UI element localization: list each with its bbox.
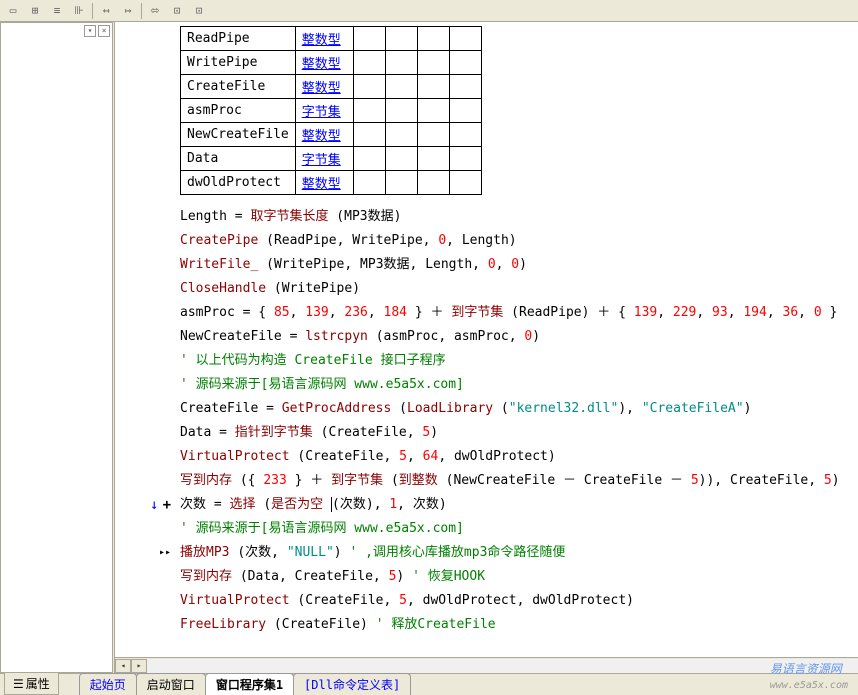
- code-line[interactable]: Data = 指针到字节集 (CreateFile, 5): [115, 421, 858, 445]
- table-row[interactable]: CreateFile整数型: [181, 75, 482, 99]
- tb-icon-9[interactable]: ⊡: [188, 2, 210, 20]
- code-line[interactable]: 写到内存 ({ 233 } ＋ 到字节集 (到整数 (NewCreateFile…: [115, 469, 858, 493]
- var-name[interactable]: ReadPipe: [181, 27, 296, 51]
- var-name[interactable]: NewCreateFile: [181, 123, 296, 147]
- code-line[interactable]: VirtualProtect (CreateFile, 5, 64, dwOld…: [115, 445, 858, 469]
- var-name[interactable]: dwOldProtect: [181, 171, 296, 195]
- code-line[interactable]: ' 以上代码为构造 CreateFile 接口子程序: [115, 349, 858, 373]
- code-line-cursor[interactable]: ↓+ 次数 = 选择 (是否为空 (次数), 1, 次数): [115, 493, 858, 517]
- var-type[interactable]: 字节集: [295, 147, 353, 171]
- tb-icon-6[interactable]: ↦: [117, 2, 139, 20]
- tb-icon-7[interactable]: ⬄: [144, 2, 166, 20]
- code-line[interactable]: CloseHandle (WritePipe): [115, 277, 858, 301]
- tb-icon-1[interactable]: ▭: [2, 2, 24, 20]
- tab-start-page[interactable]: 起始页: [79, 673, 137, 695]
- tab-window-module-1[interactable]: 窗口程序集1: [205, 673, 294, 695]
- var-name[interactable]: Data: [181, 147, 296, 171]
- code-content[interactable]: ReadPipe整数型WritePipe整数型CreateFile整数型asmP…: [115, 22, 858, 642]
- panel-close-icon[interactable]: ×: [98, 25, 110, 37]
- var-type[interactable]: 字节集: [295, 99, 353, 123]
- tb-icon-2[interactable]: ⊞: [24, 2, 46, 20]
- properties-icon: ☰: [13, 677, 24, 691]
- main-area: ▾ × ReadPipe整数型WritePipe整数型CreateFile整数型…: [0, 22, 858, 673]
- plus-icon: +: [163, 494, 171, 516]
- code-line[interactable]: CreateFile = GetProcAddress (LoadLibrary…: [115, 397, 858, 421]
- panel-pin-icon[interactable]: ▾: [84, 25, 96, 37]
- variable-table: ReadPipe整数型WritePipe整数型CreateFile整数型asmP…: [180, 26, 482, 195]
- var-type[interactable]: 整数型: [295, 123, 353, 147]
- toolbar: ▭ ⊞ ≡ ⊪ ↤ ↦ ⬄ ⊡ ⊡: [0, 0, 858, 22]
- code-line[interactable]: VirtualProtect (CreateFile, 5, dwOldProt…: [115, 589, 858, 613]
- table-row[interactable]: dwOldProtect整数型: [181, 171, 482, 195]
- tb-icon-4[interactable]: ⊪: [68, 2, 90, 20]
- table-row[interactable]: WritePipe整数型: [181, 51, 482, 75]
- var-name[interactable]: WritePipe: [181, 51, 296, 75]
- tb-icon-5[interactable]: ↤: [95, 2, 117, 20]
- var-type[interactable]: 整数型: [295, 75, 353, 99]
- left-panel: ▾ ×: [0, 22, 115, 673]
- var-name[interactable]: asmProc: [181, 99, 296, 123]
- tab-bar: 起始页 启动窗口 窗口程序集1 [Dll命令定义表]: [79, 673, 410, 695]
- properties-button[interactable]: ☰ 属性: [4, 672, 59, 695]
- watermark: 易语言资源网 www.e5a5x.com: [770, 660, 848, 691]
- code-line[interactable]: WriteFile_ (WritePipe, MP3数据, Length, 0,…: [115, 253, 858, 277]
- step-icon: ▸▸: [159, 542, 171, 564]
- horizontal-scrollbar[interactable]: ◂ ▸: [115, 657, 858, 673]
- tb-icon-3[interactable]: ≡: [46, 2, 68, 20]
- table-row[interactable]: ReadPipe整数型: [181, 27, 482, 51]
- code-line[interactable]: ' 源码来源于[易语言源码网 www.e5a5x.com]: [115, 517, 858, 541]
- code-line[interactable]: ▸▸ 播放MP3 (次数, "NULL") ' ,调用核心库播放mp3命令路径随…: [115, 541, 858, 565]
- tab-startup-window[interactable]: 启动窗口: [136, 673, 206, 695]
- code-line[interactable]: NewCreateFile = lstrcpyn (asmProc, asmPr…: [115, 325, 858, 349]
- bottom-bar: ☰ 属性 起始页 启动窗口 窗口程序集1 [Dll命令定义表] 易语言资源网 w…: [0, 673, 858, 695]
- code-line[interactable]: CreatePipe (ReadPipe, WritePipe, 0, Leng…: [115, 229, 858, 253]
- table-row[interactable]: asmProc字节集: [181, 99, 482, 123]
- table-row[interactable]: NewCreateFile整数型: [181, 123, 482, 147]
- scroll-left-icon[interactable]: ◂: [115, 659, 131, 673]
- arrow-down-icon: ↓: [150, 494, 158, 516]
- var-type[interactable]: 整数型: [295, 27, 353, 51]
- var-name[interactable]: CreateFile: [181, 75, 296, 99]
- table-row[interactable]: Data字节集: [181, 147, 482, 171]
- tab-dll-defs[interactable]: [Dll命令定义表]: [293, 673, 411, 695]
- var-type[interactable]: 整数型: [295, 171, 353, 195]
- code-line[interactable]: asmProc = { 85, 139, 236, 184 } ＋ 到字节集 (…: [115, 301, 858, 325]
- var-type[interactable]: 整数型: [295, 51, 353, 75]
- scroll-right-icon[interactable]: ▸: [131, 659, 147, 673]
- code-line[interactable]: FreeLibrary (CreateFile) ' 释放CreateFile: [115, 613, 858, 637]
- code-line[interactable]: ' 源码来源于[易语言源码网 www.e5a5x.com]: [115, 373, 858, 397]
- code-line[interactable]: Length = 取字节集长度 (MP3数据): [115, 205, 858, 229]
- code-line[interactable]: 写到内存 (Data, CreateFile, 5) ' 恢复HOOK: [115, 565, 858, 589]
- tb-icon-8[interactable]: ⊡: [166, 2, 188, 20]
- code-panel: ReadPipe整数型WritePipe整数型CreateFile整数型asmP…: [115, 22, 858, 673]
